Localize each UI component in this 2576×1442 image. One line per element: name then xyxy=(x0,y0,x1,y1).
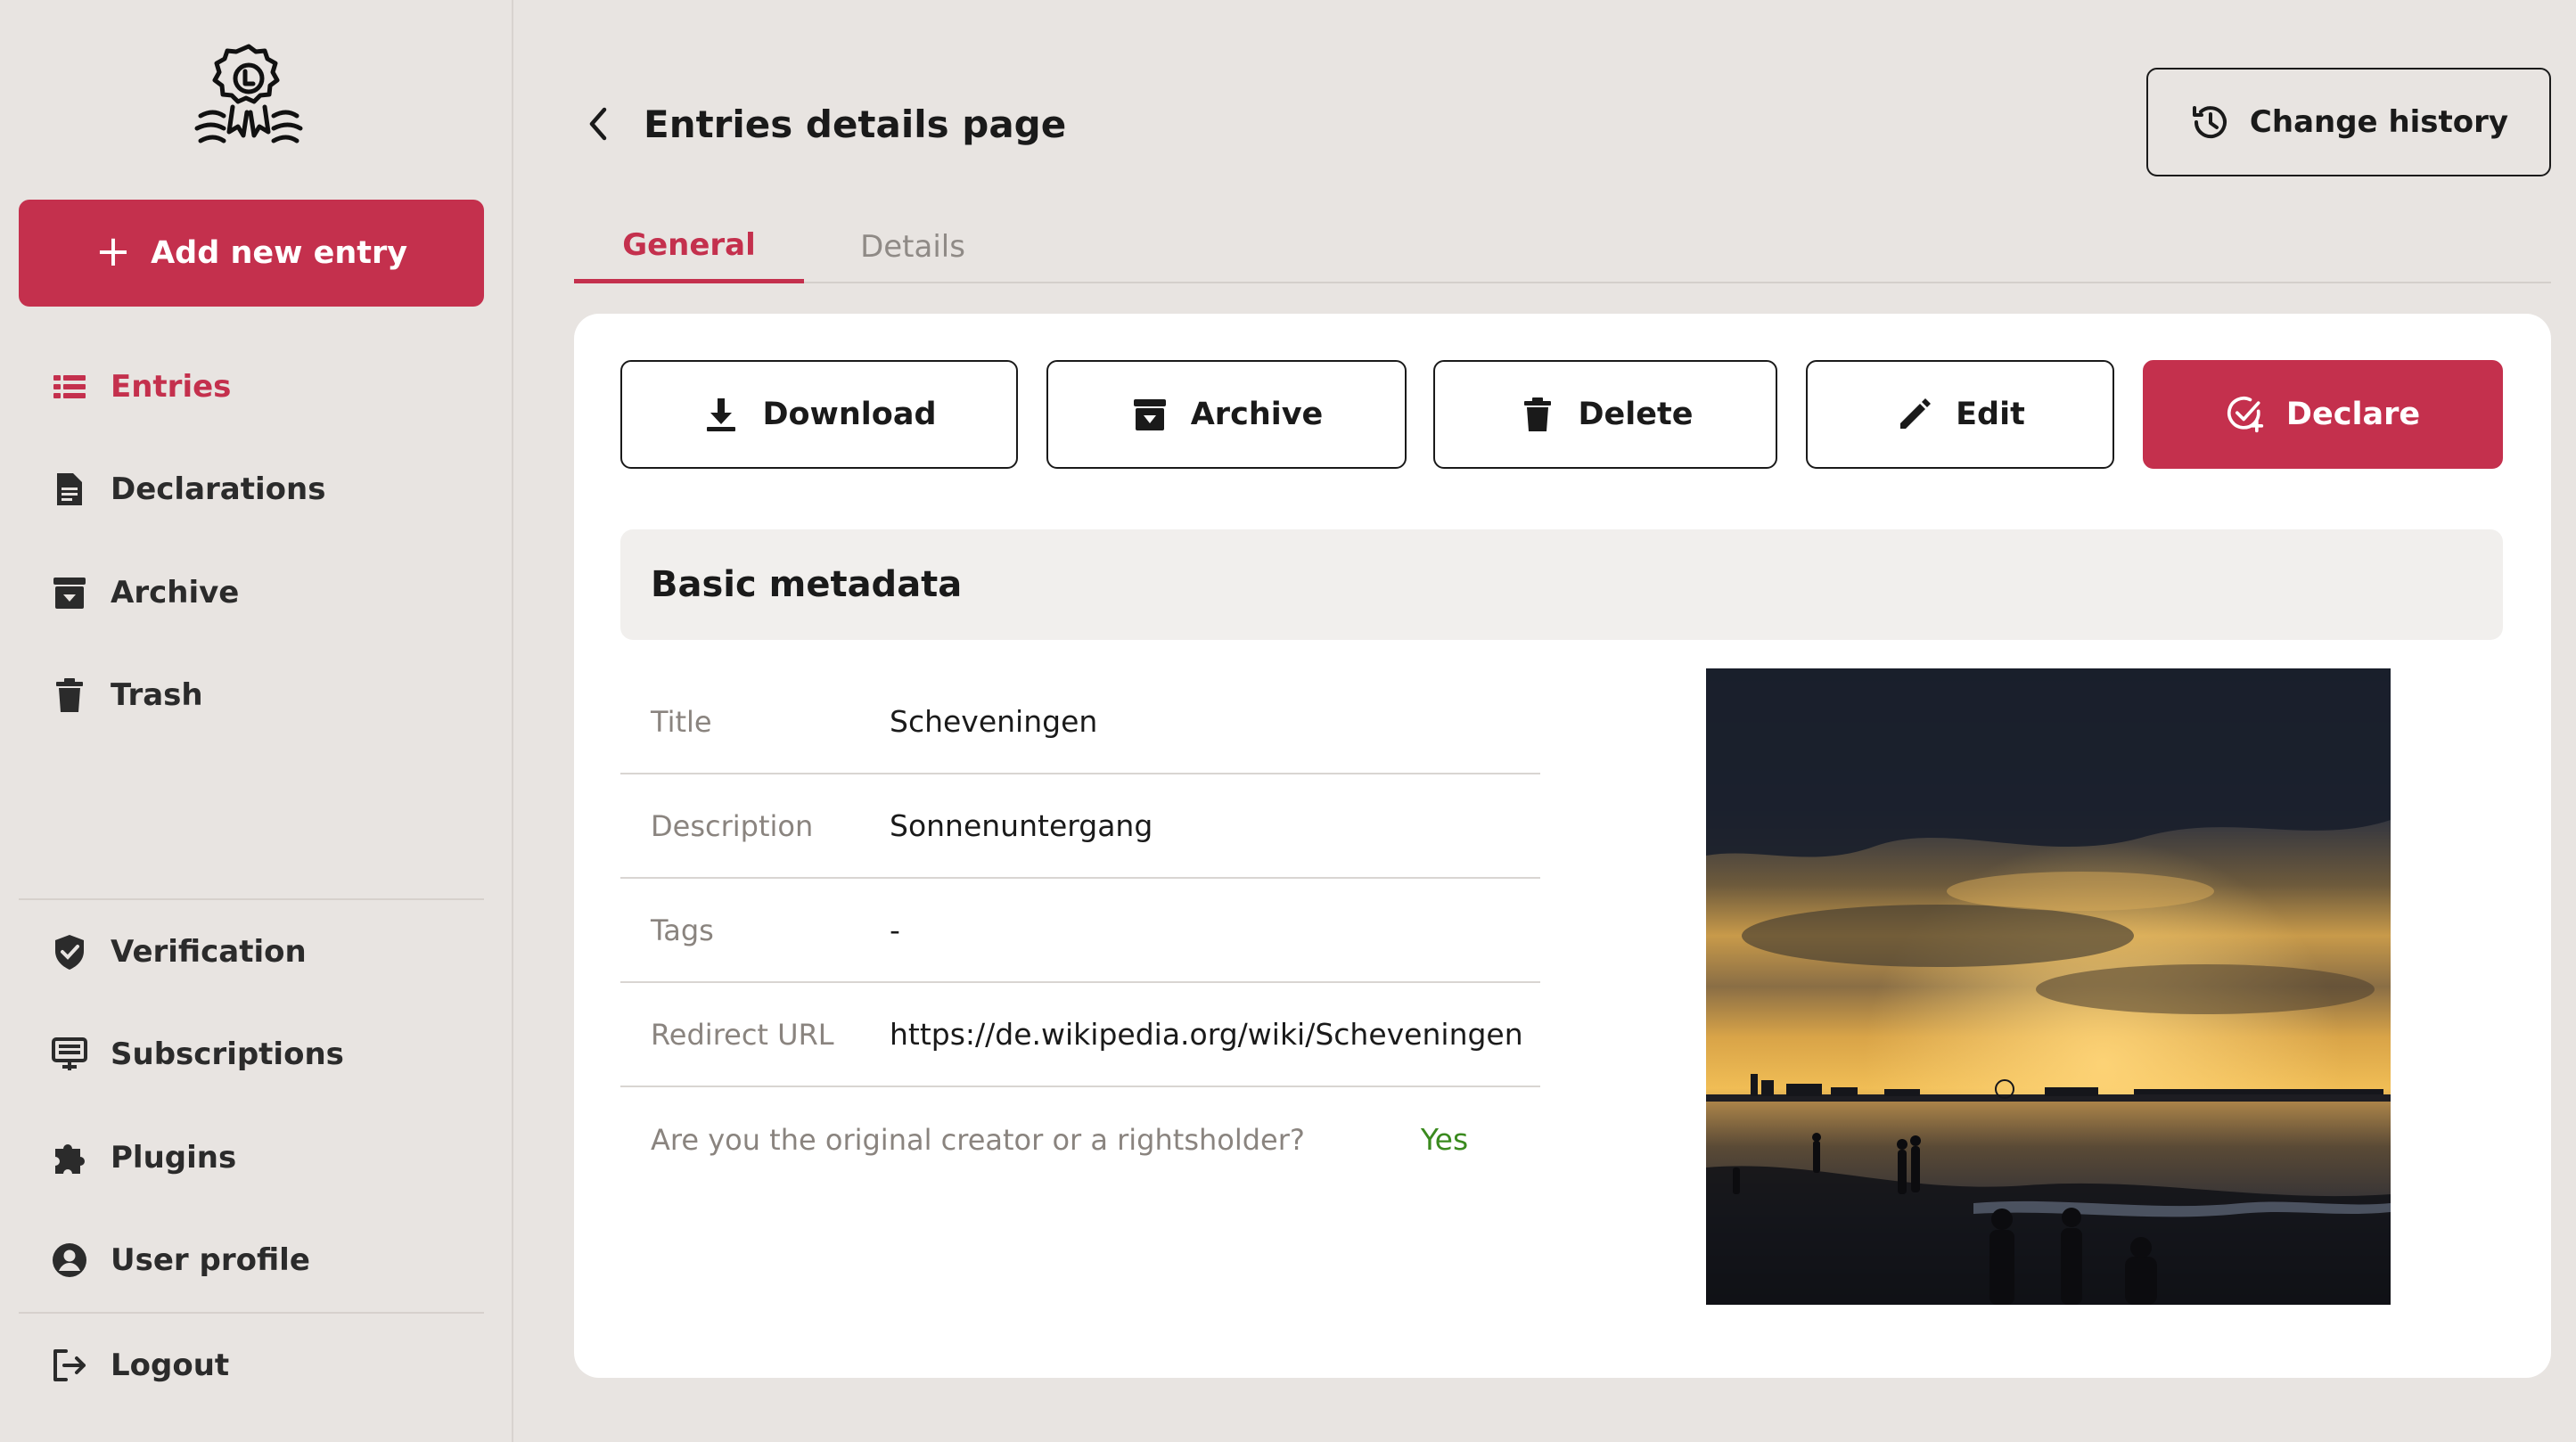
sidebar-item-label: Archive xyxy=(111,575,240,610)
metadata-row-tags: Tags - xyxy=(620,879,1540,983)
metadata-label: Tags xyxy=(651,913,714,947)
chevron-left-icon[interactable] xyxy=(579,104,619,143)
document-icon xyxy=(57,473,82,505)
sidebar-item-entries[interactable]: Entries xyxy=(50,360,231,414)
user-circle-icon xyxy=(53,1243,86,1277)
metadata-value: - xyxy=(890,913,900,947)
metadata-label: Title xyxy=(651,704,712,739)
metadata-value: Scheveningen xyxy=(890,704,1098,739)
pencil-icon xyxy=(1900,398,1932,429)
check-badge-add-icon xyxy=(2227,397,2264,433)
delete-label: Delete xyxy=(1578,397,1694,432)
declare-label: Declare xyxy=(2285,397,2421,432)
shield-check-icon xyxy=(55,935,84,970)
sidebar-divider xyxy=(19,898,484,900)
plus-icon: + xyxy=(94,226,132,276)
logout-label: Logout xyxy=(111,1348,230,1383)
app-root: + Add new entry Entries Declarations Arc… xyxy=(0,0,2576,1442)
sidebar-item-label: User profile xyxy=(111,1242,310,1278)
sidebar-item-label: Entries xyxy=(111,369,232,405)
page-title: Entries details page xyxy=(644,102,1067,146)
tab-details[interactable]: Details xyxy=(804,210,1021,283)
download-button[interactable]: Download xyxy=(620,360,1018,469)
delete-button[interactable]: Delete xyxy=(1433,360,1777,469)
logout-icon xyxy=(53,1349,86,1381)
puzzle-icon xyxy=(55,1144,85,1174)
add-new-entry-label: Add new entry xyxy=(151,235,408,271)
sidebar-item-label: Subscriptions xyxy=(111,1036,344,1072)
metadata-value: Yes xyxy=(1420,1122,1469,1157)
metadata-label: Redirect URL xyxy=(651,1017,834,1052)
archive-button[interactable]: Archive xyxy=(1046,360,1407,469)
metadata-label: Description xyxy=(651,808,814,843)
change-history-label: Change history xyxy=(2249,104,2509,140)
metadata-row-redirect-url: Redirect URL https://de.wikipedia.org/wi… xyxy=(620,983,1540,1087)
sidebar: + Add new entry Entries Declarations Arc… xyxy=(0,0,513,1442)
brand-logo-icon[interactable] xyxy=(192,39,306,153)
sidebar-item-verification[interactable]: Verification xyxy=(50,925,307,979)
archive-icon xyxy=(1133,399,1166,430)
sidebar-item-label: Plugins xyxy=(111,1140,237,1176)
sidebar-item-label: Declarations xyxy=(111,471,326,507)
logout-button[interactable]: Logout xyxy=(50,1339,229,1392)
sidebar-item-declarations[interactable]: Declarations xyxy=(50,463,325,516)
tab-general[interactable]: General xyxy=(574,210,804,283)
sidebar-divider xyxy=(19,1312,484,1314)
basic-metadata-header: Basic metadata xyxy=(620,529,2503,640)
entry-details-card: Download Archive Delete Edit Declare Bas… xyxy=(574,314,2551,1378)
sidebar-item-user-profile[interactable]: User profile xyxy=(50,1233,310,1287)
download-icon xyxy=(707,398,736,431)
edit-label: Edit xyxy=(1956,397,2025,432)
declare-button[interactable]: Declare xyxy=(2143,360,2503,469)
metadata-row-title: Title Scheveningen xyxy=(620,670,1540,774)
sidebar-item-plugins[interactable]: Plugins xyxy=(50,1131,236,1184)
sidebar-item-trash[interactable]: Trash xyxy=(50,668,203,722)
history-icon xyxy=(2192,106,2227,139)
sidebar-item-archive[interactable]: Archive xyxy=(50,566,239,619)
metadata-label: Are you the original creator or a rights… xyxy=(651,1122,1305,1157)
entry-image xyxy=(1706,668,2391,1305)
download-label: Download xyxy=(762,397,937,432)
metadata-table: Title Scheveningen Description Sonnenunt… xyxy=(620,670,1540,1192)
archive-label: Archive xyxy=(1190,397,1324,432)
subscription-icon xyxy=(52,1037,87,1070)
trash-icon xyxy=(56,678,83,712)
sidebar-item-label: Verification xyxy=(111,934,307,970)
change-history-button[interactable]: Change history xyxy=(2146,68,2551,176)
metadata-value: Sonnenuntergang xyxy=(890,808,1153,843)
archive-icon xyxy=(53,578,86,609)
metadata-row-description: Description Sonnenuntergang xyxy=(620,774,1540,879)
tab-bar: General Details xyxy=(574,210,2551,283)
redirect-url-link[interactable]: https://de.wikipedia.org/wiki/Schevening… xyxy=(890,1017,1523,1052)
add-new-entry-button[interactable]: + Add new entry xyxy=(19,200,484,307)
sidebar-item-label: Trash xyxy=(111,677,203,713)
list-icon xyxy=(53,375,86,398)
sidebar-item-subscriptions[interactable]: Subscriptions xyxy=(50,1028,344,1081)
trash-icon xyxy=(1523,397,1551,431)
edit-button[interactable]: Edit xyxy=(1806,360,2114,469)
metadata-row-rightsholder: Are you the original creator or a rights… xyxy=(620,1087,1540,1192)
page-header: Entries details page xyxy=(579,93,1066,155)
